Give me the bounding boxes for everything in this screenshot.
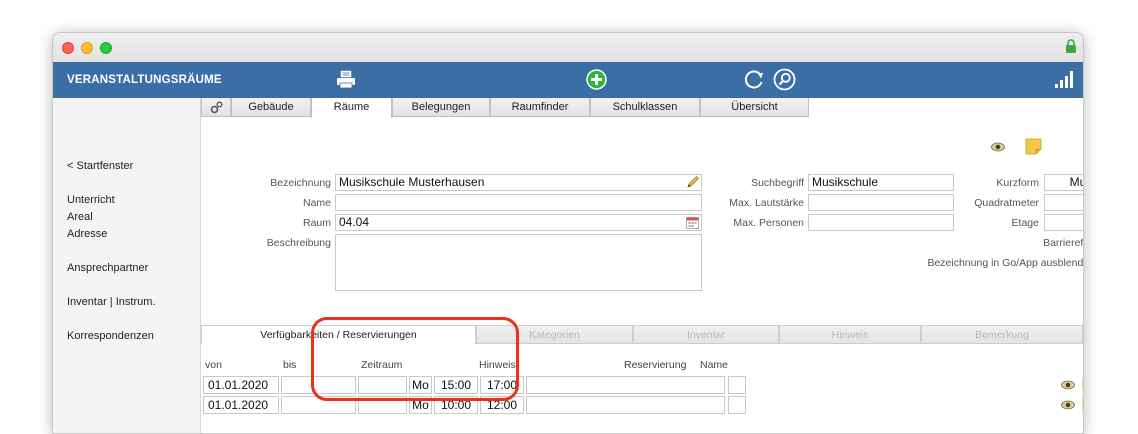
app-title: VERANSTALTUNGSRÄUME [67,74,222,86]
beschreibung-field[interactable] [335,234,702,291]
etage-label: Etage [1011,217,1039,229]
reservierung-cell[interactable] [728,396,746,414]
tab-settings[interactable] [201,98,231,117]
view-row-icon[interactable] [1061,380,1075,390]
zeitraum-highlight-annotation [311,317,519,401]
tab-belegungen[interactable]: Belegungen [392,98,490,117]
etage-field[interactable] [1044,214,1083,231]
hinweis-cell[interactable] [526,376,725,394]
close-window-button[interactable] [62,42,74,54]
name-label: Name [302,197,331,209]
sidebar-item-adresse[interactable]: Adresse [67,228,107,240]
sidebar-item-ansprechpartner[interactable]: Ansprechpartner [67,262,148,274]
app-header: VERANSTALTUNGSRÄUME [53,62,1083,98]
top-tab-bar: Gebäude Räume Belegungen Raumfinder Schu… [201,98,1083,118]
sidebar-item-inventar[interactable]: Inventar | Instrum. [67,296,155,308]
von-cell[interactable]: 01.01.2020 [203,396,279,414]
barrierefrei-label: Barrierefrei [1043,237,1084,249]
tab-raeume[interactable]: Räume [311,98,392,118]
view-row-icon[interactable] [1061,400,1075,410]
suchbegriff-label: Suchbegriff [751,177,804,189]
hinweis-cell[interactable] [526,396,725,414]
raum-field[interactable]: 04.04 [335,214,702,231]
tab-raumfinder[interactable]: Raumfinder [490,98,590,117]
kurzform-field[interactable]: Mus [1044,174,1083,191]
max-lautstaerke-field[interactable] [808,194,954,211]
gear-icon [210,101,222,114]
window-titlebar [53,33,1083,63]
tab-inventar[interactable]: Inventar [633,326,779,344]
refresh-icon[interactable] [744,69,765,90]
raum-label: Raum [302,217,331,229]
max-lautstaerke-label: Max. Lautstärke [729,197,804,209]
col-header-reservierung: Reservierung [624,359,687,371]
add-circle-icon[interactable] [586,69,607,90]
sidebar-item-korrespondenzen[interactable]: Korrespondenzen [67,330,154,342]
lock-icon [1066,39,1076,53]
sidebar-item-unterricht[interactable]: Unterricht [67,194,115,206]
von-cell[interactable]: 01.01.2020 [203,376,279,394]
eye-icon[interactable] [991,142,1005,152]
tab-uebersicht[interactable]: Übersicht [700,98,809,117]
tab-gebaeude[interactable]: Gebäude [231,98,311,117]
suchbegriff-field[interactable]: Musikschule [808,174,954,191]
quadratmeter-label: Quadratmeter [974,197,1039,209]
reservierung-cell[interactable] [728,376,746,394]
bezeichnung-label: Bezeichnung [270,177,331,189]
name-field[interactable] [335,194,702,211]
sidebar-item-areal[interactable]: Areal [67,211,93,223]
kurzform-label: Kurzform [996,177,1039,189]
note-icon[interactable] [1025,138,1042,155]
note-row-icon[interactable] [1082,377,1084,391]
zoom-window-button[interactable] [100,42,112,54]
col-header-von: von [205,359,222,371]
note-row-icon[interactable] [1082,397,1084,411]
tab-schulklassen[interactable]: Schulklassen [590,98,700,117]
bezeichnung-field[interactable]: Musikschule Musterhausen [335,174,702,191]
quadratmeter-field[interactable] [1044,194,1083,211]
col-header-name: Name [700,359,729,371]
search-icon[interactable] [773,68,796,91]
signal-bars-icon[interactable] [1055,71,1073,88]
sidebar: < Startfenster Unterricht Areal Adresse … [53,98,201,433]
max-personen-label: Max. Personen [733,217,804,229]
col-header-bis: bis [283,359,297,371]
suchbegriff-value: Musikschule [812,175,879,189]
ausblenden-label: Bezeichnung in Go/App ausblenden [927,257,1084,269]
max-personen-field[interactable] [808,214,954,231]
bezeichnung-value: Musikschule Musterhausen [339,175,485,189]
tab-hinweis[interactable]: Hinweis [779,326,921,344]
sidebar-back-link[interactable]: < Startfenster [67,160,133,172]
tab-bemerkung[interactable]: Bemerkung [921,326,1083,344]
raum-value: 04.04 [339,215,370,229]
beschreibung-label: Beschreibung [266,237,331,249]
app-window: VERANSTALTUNGSRÄUME < Startfenster Unter… [52,32,1084,434]
minimize-window-button[interactable] [81,42,93,54]
printer-icon[interactable] [336,70,356,89]
